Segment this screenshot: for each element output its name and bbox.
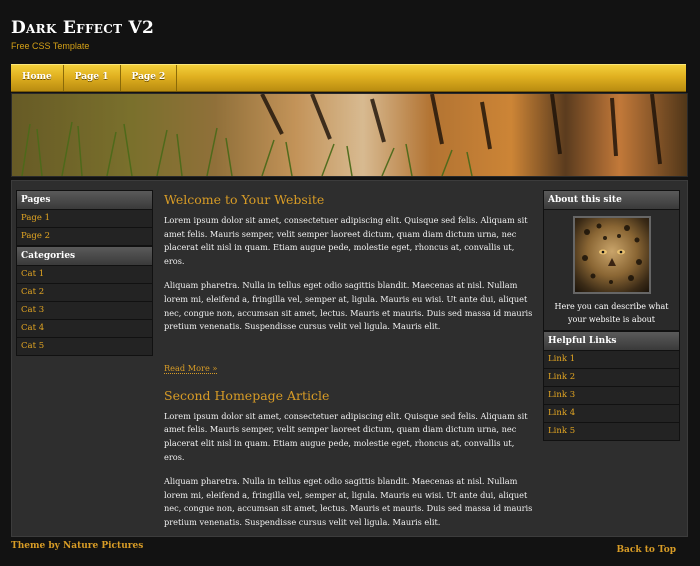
sidebar-item-link-1[interactable]: Link 1 bbox=[543, 351, 680, 369]
about-heading: About this site bbox=[543, 190, 680, 210]
site-subtitle: Free CSS Template bbox=[11, 41, 90, 51]
header-banner-image bbox=[11, 93, 688, 177]
sidebar-item-cat-3[interactable]: Cat 3 bbox=[16, 302, 153, 320]
leopard-image bbox=[572, 216, 651, 294]
sidebar-item-link-5[interactable]: Link 5 bbox=[543, 423, 680, 441]
sidebar-item-cat-2[interactable]: Cat 2 bbox=[16, 284, 153, 302]
footer-credit[interactable]: Theme by Nature Pictures bbox=[11, 541, 143, 551]
article-1-title: Welcome to Your Website bbox=[164, 192, 325, 207]
right-sidebar: About this site Here you can describe wh… bbox=[543, 190, 680, 441]
tiger-banner-graphic bbox=[12, 94, 687, 176]
nav-page-2[interactable]: Page 2 bbox=[121, 65, 178, 91]
article-2-title: Second Homepage Article bbox=[164, 387, 330, 403]
pages-heading: Pages bbox=[16, 190, 153, 210]
left-sidebar: Pages Page 1 Page 2 Categories Cat 1 Cat… bbox=[16, 190, 153, 356]
back-to-top-link[interactable]: Back to Top bbox=[616, 545, 676, 555]
article-1-paragraph-2: Aliquam pharetra. Nulla in tellus eget o… bbox=[164, 280, 533, 332]
sidebar-item-link-2[interactable]: Link 2 bbox=[543, 369, 680, 387]
about-text: Here you can describe what your website … bbox=[554, 302, 669, 324]
sidebar-item-page-1[interactable]: Page 1 bbox=[16, 210, 153, 228]
article-2-paragraph-1: Lorem ipsum dolor sit amet, consectetuer… bbox=[164, 410, 528, 462]
main-content: Welcome to Your Website Lorem ipsum dolo… bbox=[164, 192, 534, 541]
site-title: Dark Effect V2 bbox=[11, 18, 155, 38]
main-nav: Home Page 1 Page 2 bbox=[11, 64, 686, 92]
sidebar-item-cat-1[interactable]: Cat 1 bbox=[16, 266, 153, 284]
sidebar-item-cat-4[interactable]: Cat 4 bbox=[16, 320, 153, 338]
sidebar-item-link-4[interactable]: Link 4 bbox=[543, 405, 680, 423]
leopard-photo-graphic bbox=[581, 223, 642, 284]
sidebar-item-cat-5[interactable]: Cat 5 bbox=[16, 338, 153, 356]
about-box: Here you can describe what your website … bbox=[543, 210, 680, 331]
read-more-link[interactable]: Read More » bbox=[164, 363, 218, 374]
nav-home[interactable]: Home bbox=[11, 65, 64, 91]
article-2-paragraph-2: Aliquam pharetra. Nulla in tellus eget o… bbox=[164, 476, 533, 527]
categories-heading: Categories bbox=[16, 246, 153, 266]
nav-page-1[interactable]: Page 1 bbox=[64, 65, 121, 91]
sidebar-item-page-2[interactable]: Page 2 bbox=[16, 228, 153, 246]
sidebar-item-link-3[interactable]: Link 3 bbox=[543, 387, 680, 405]
helpful-links-heading: Helpful Links bbox=[543, 331, 680, 351]
article-1-paragraph-1: Lorem ipsum dolor sit amet, consectetuer… bbox=[164, 215, 528, 266]
